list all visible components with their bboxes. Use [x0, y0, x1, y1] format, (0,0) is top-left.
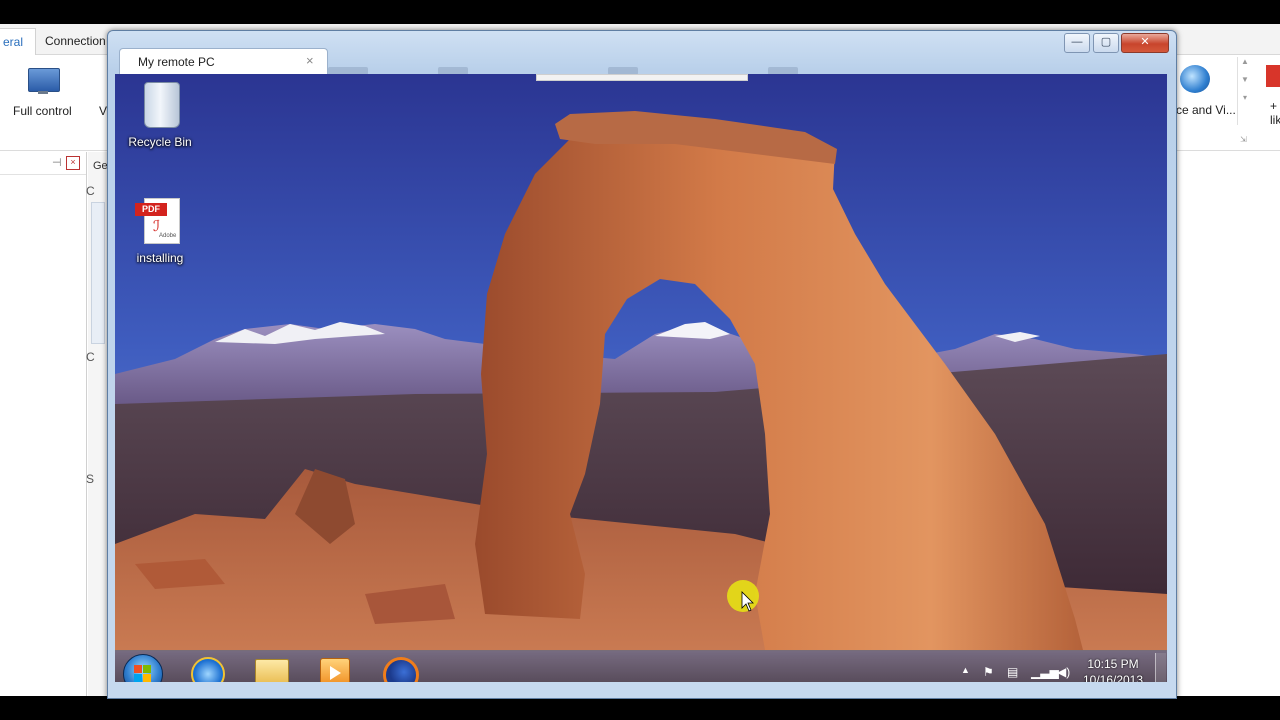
video-icon: [1180, 65, 1210, 93]
recycle-bin-icon: [144, 82, 180, 128]
pdf-file-icon: PDF ℐ Adobe: [135, 198, 180, 244]
tab-connection[interactable]: Connection: [33, 28, 118, 54]
host-left-panel: [0, 152, 87, 696]
recycle-bin-label: Recycle Bin: [128, 135, 192, 149]
internet-explorer-icon[interactable]: [191, 657, 225, 682]
desktop-wallpaper: [115, 74, 1167, 682]
windows-logo-icon: [143, 665, 151, 673]
session-loading-bar: [536, 74, 748, 81]
truncated-text: S: [86, 472, 95, 486]
remote-taskbar: ▲ ⚑ ▤ ▁▃▅ ◀) 10:15 PM 10/16/2013: [115, 650, 1167, 682]
file-explorer-icon[interactable]: [255, 659, 289, 682]
tab-general[interactable]: eral: [0, 28, 37, 55]
panel-close-icon[interactable]: ×: [66, 156, 80, 170]
maximize-button[interactable]: ▢: [1093, 33, 1119, 53]
host-right-panel: [1176, 152, 1280, 696]
media-player-icon[interactable]: [320, 658, 350, 682]
remote-tab-title: My remote PC: [138, 55, 215, 69]
truncated-text: C: [86, 184, 95, 198]
start-button[interactable]: [123, 654, 163, 682]
close-button[interactable]: ✕: [1121, 33, 1169, 53]
network-device-icon[interactable]: ▤: [1007, 665, 1018, 679]
host-panel-header: ⊣ ×: [0, 152, 86, 175]
tab-close-icon[interactable]: ×: [306, 53, 314, 68]
pdf-badge: PDF: [135, 203, 167, 216]
network-signal-icon[interactable]: ▁▃▅: [1031, 665, 1059, 679]
installing-label: installing: [136, 251, 184, 265]
adobe-label: Adobe: [159, 233, 177, 239]
monitor-icon: [28, 68, 60, 92]
windows-logo-icon: [143, 674, 151, 682]
panel-scroll-area[interactable]: [91, 202, 105, 344]
show-desktop-button[interactable]: [1155, 653, 1166, 682]
app-icon: [1266, 65, 1280, 87]
full-control-button[interactable]: Full control: [10, 59, 80, 119]
full-control-label: Full control: [13, 104, 72, 118]
monitor-stand-icon: [38, 91, 48, 94]
ribbon-scroll[interactable]: ▲ ▼ ▾: [1237, 57, 1252, 125]
ribbon-expand-icon[interactable]: ⇲: [1240, 135, 1247, 144]
windows-logo-icon: [134, 665, 142, 673]
tab-my-remote-pc[interactable]: My remote PC ×: [119, 48, 328, 75]
remote-session-window: — ▢ ✕ My remote PC × Recycle Bin PDF ℐ A…: [107, 30, 1177, 699]
far-right-label[interactable]: + lik: [1270, 99, 1280, 127]
windows-logo-icon: [134, 674, 142, 682]
volume-icon[interactable]: ◀): [1057, 665, 1070, 679]
pin-icon[interactable]: ⊣: [52, 156, 62, 169]
play-icon: [330, 666, 341, 680]
host-divider-strip: Ge C C S: [86, 152, 108, 696]
clock-time: 10:15 PM: [1087, 657, 1139, 671]
remote-desktop[interactable]: Recycle Bin PDF ℐ Adobe installing ▲ ⚑ ▤…: [115, 74, 1167, 682]
desktop-icon-installing[interactable]: PDF ℐ Adobe installing: [115, 196, 205, 276]
show-hidden-icons[interactable]: ▲: [961, 665, 970, 675]
clock-date: 10/16/2013: [1082, 673, 1144, 682]
video-label[interactable]: ce and Vi...: [1176, 103, 1236, 117]
ribbon-truncated-label: V: [99, 104, 108, 118]
desktop-icon-recycle-bin[interactable]: Recycle Bin: [115, 80, 205, 160]
action-center-flag-icon[interactable]: ⚑: [983, 665, 994, 679]
firefox-icon[interactable]: [383, 657, 419, 682]
minimize-button[interactable]: —: [1064, 33, 1090, 53]
truncated-text: Ge: [93, 160, 108, 172]
tray-clock[interactable]: 10:15 PM 10/16/2013: [1078, 656, 1148, 682]
truncated-text: C: [86, 350, 95, 364]
